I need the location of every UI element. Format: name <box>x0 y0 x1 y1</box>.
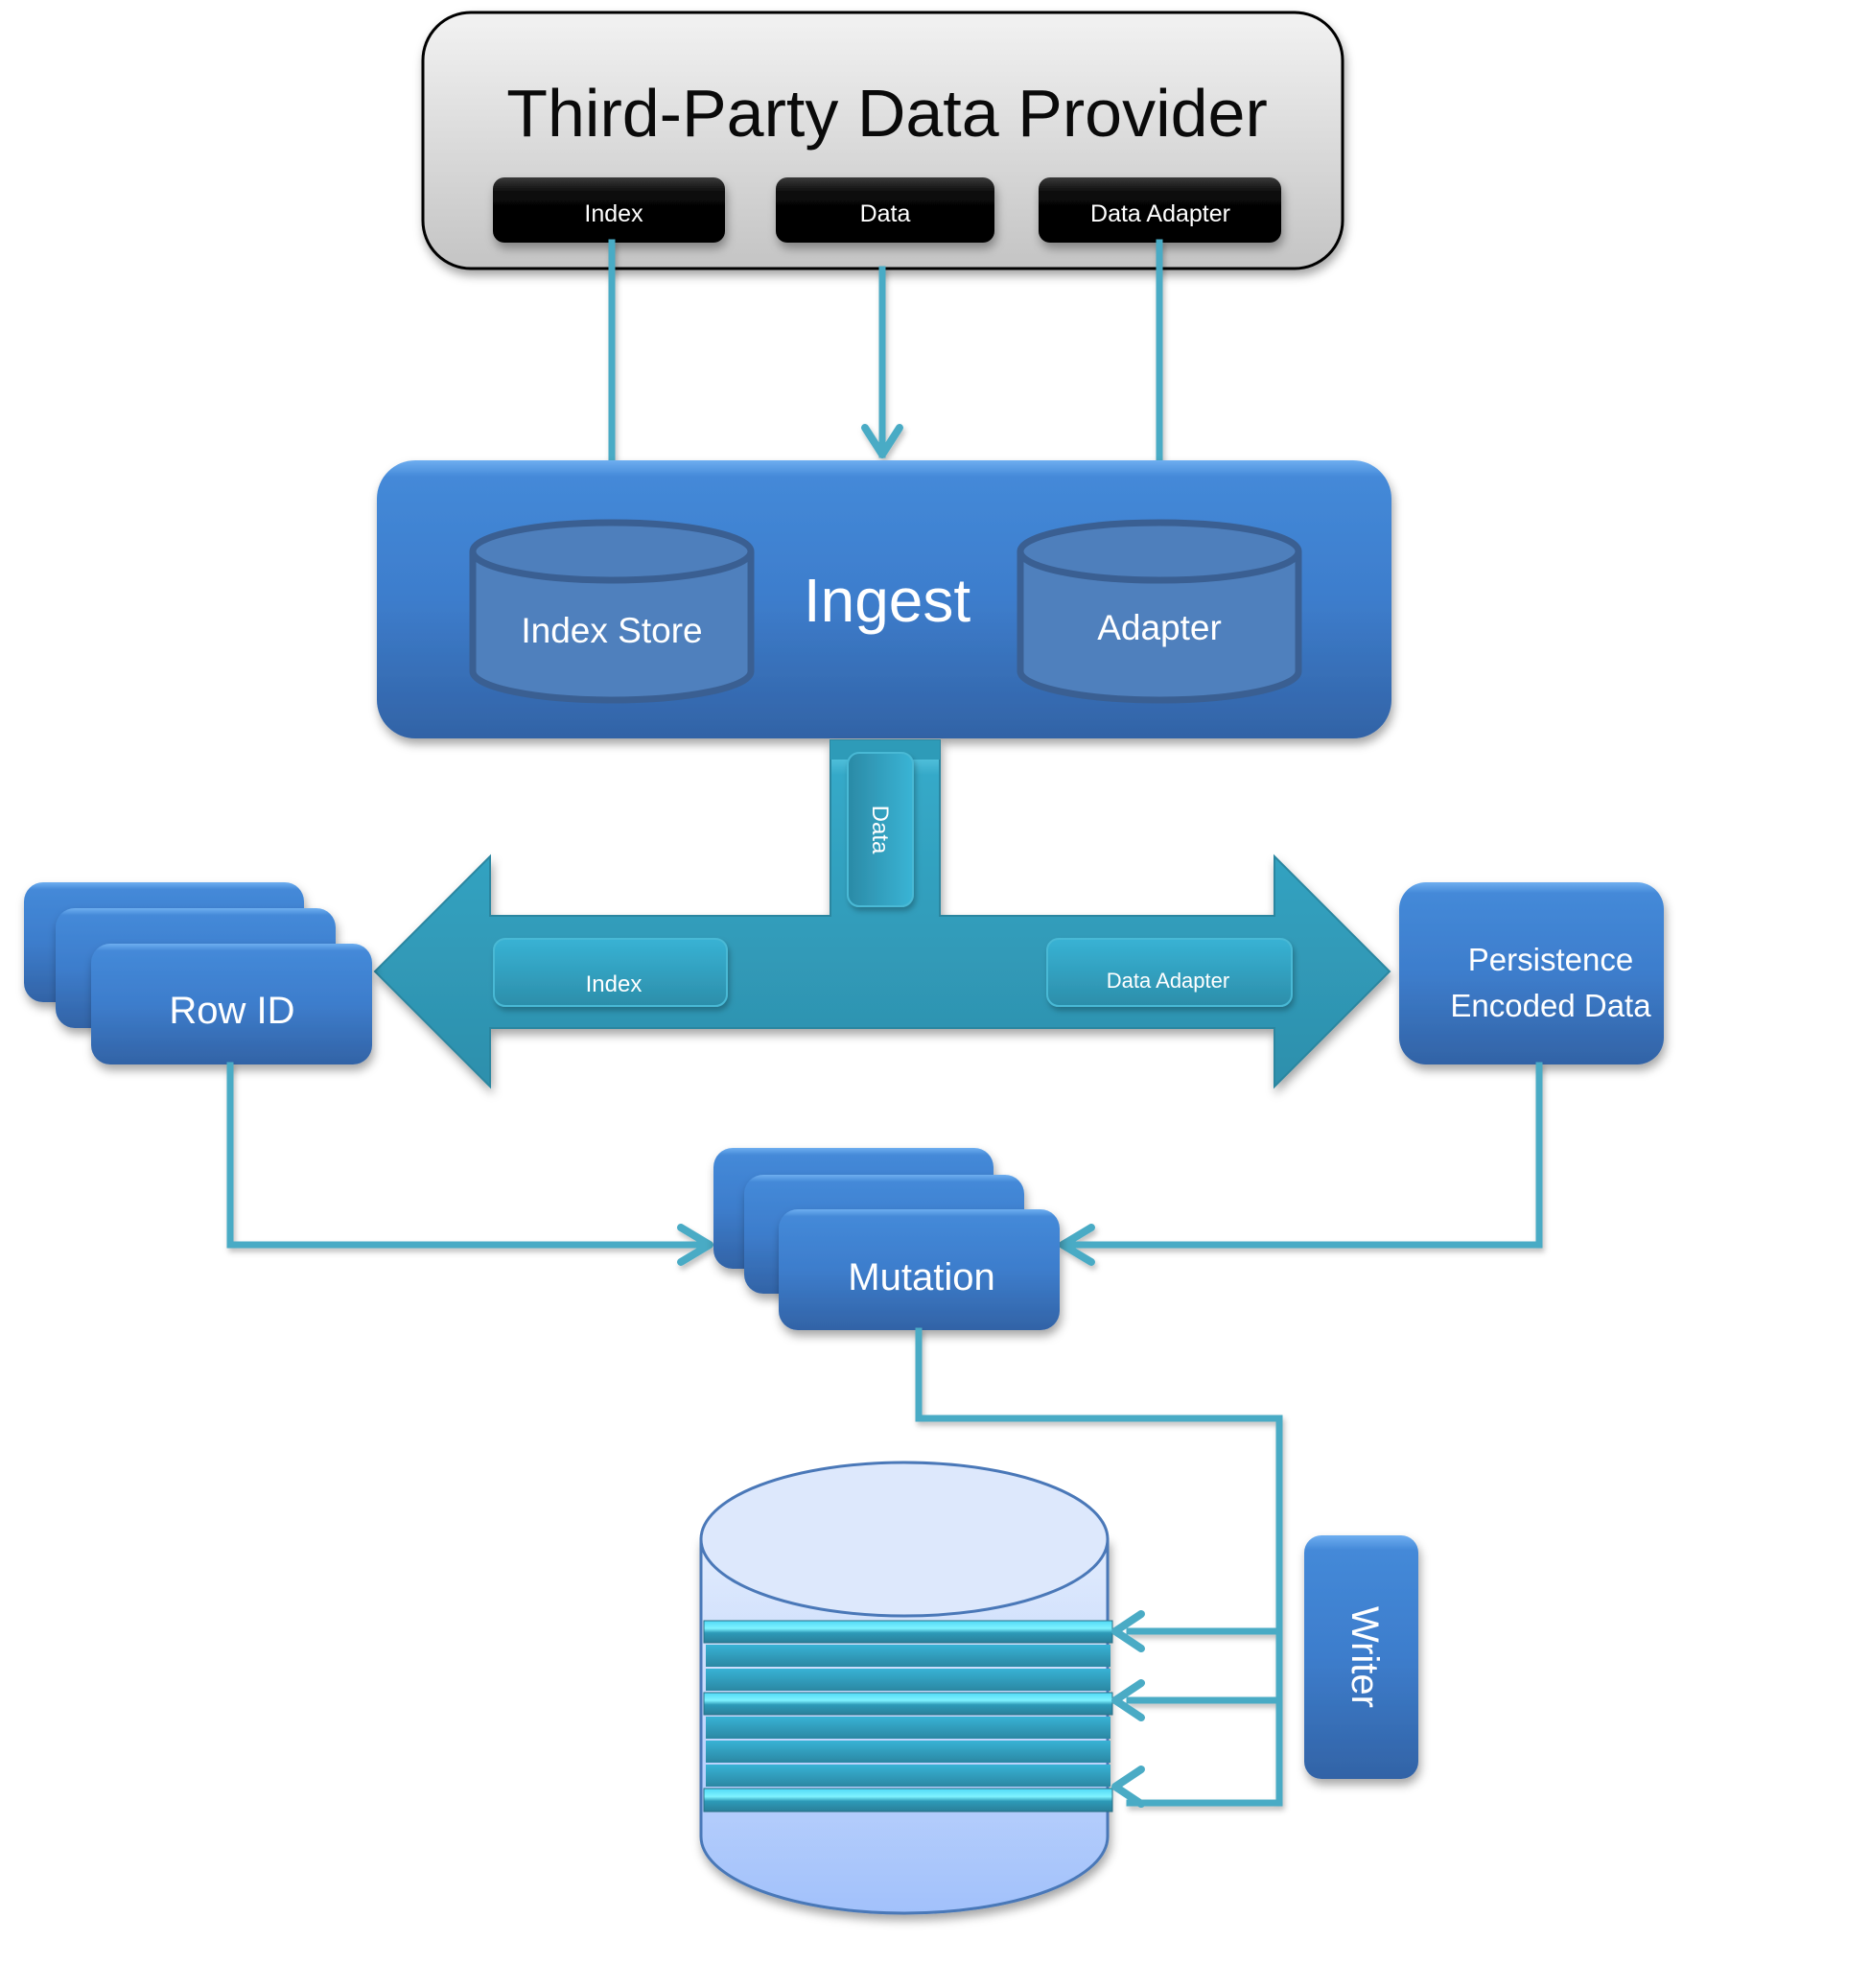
arrowhead-left-icon <box>1111 1766 1145 1808</box>
table-row <box>703 1620 1113 1644</box>
table-row <box>706 1645 1110 1667</box>
table-row <box>703 1692 1113 1716</box>
persistence-line1: Persistence <box>1468 942 1633 977</box>
persistence-line2: Encoded Data <box>1450 988 1651 1023</box>
ingest-title: Ingest <box>804 566 971 635</box>
index-store-label: Index Store <box>521 611 702 650</box>
row-id-label: Row ID <box>169 990 294 1032</box>
provider-index-button[interactable]: Index <box>493 177 725 243</box>
flow-data-label: Data <box>867 806 893 854</box>
row-arrowheads <box>1111 1610 1145 1808</box>
provider-data-adapter-button[interactable]: Data Adapter <box>1039 177 1281 243</box>
persistence-box: Persistence Encoded Data <box>1399 882 1664 1064</box>
flow-data-adapter-label: Data Adapter <box>1107 969 1229 993</box>
flow-index-tag: Index <box>493 938 728 1007</box>
flow-index-label: Index <box>586 971 643 997</box>
adapter-label: Adapter <box>1097 608 1222 647</box>
table-cylinder <box>699 1461 1113 1915</box>
table-row <box>706 1717 1110 1739</box>
connector-row-id-to-mutation <box>226 1062 712 1249</box>
ingest-box: Ingest Index Store Adapter <box>377 460 1391 738</box>
row-id-stack: Row ID <box>24 882 372 1064</box>
table-row <box>706 1669 1110 1691</box>
flow-data-adapter-tag: Data Adapter <box>1046 938 1293 1007</box>
provider-data-label: Data <box>860 200 911 227</box>
writer-label: Writer <box>1344 1606 1386 1708</box>
provider-data-adapter-label: Data Adapter <box>1090 200 1230 227</box>
connector-persistence-to-mutation <box>1061 1062 1543 1249</box>
provider-data-button[interactable]: Data <box>776 177 994 243</box>
index-store-cylinder: Index Store <box>469 519 755 704</box>
table-row <box>706 1765 1110 1787</box>
flow-data-tag: Data <box>847 752 914 907</box>
table-row <box>706 1741 1110 1763</box>
provider-title: Third-Party Data Provider <box>506 76 1268 151</box>
adapter-cylinder: Adapter <box>1017 519 1302 704</box>
provider-index-label: Index <box>584 200 643 227</box>
mutation-label: Mutation <box>848 1256 994 1298</box>
provider-box: Third-Party Data Provider Index Data Dat… <box>421 11 1344 270</box>
architecture-diagram: Third-Party Data Provider Index Data Dat… <box>24 11 1664 1915</box>
flow-arrow: Data Index Data Adapter <box>373 739 1391 1089</box>
table-row <box>703 1788 1113 1813</box>
writer-box: Writer <box>1304 1535 1418 1779</box>
mutation-stack: Mutation <box>713 1148 1060 1330</box>
